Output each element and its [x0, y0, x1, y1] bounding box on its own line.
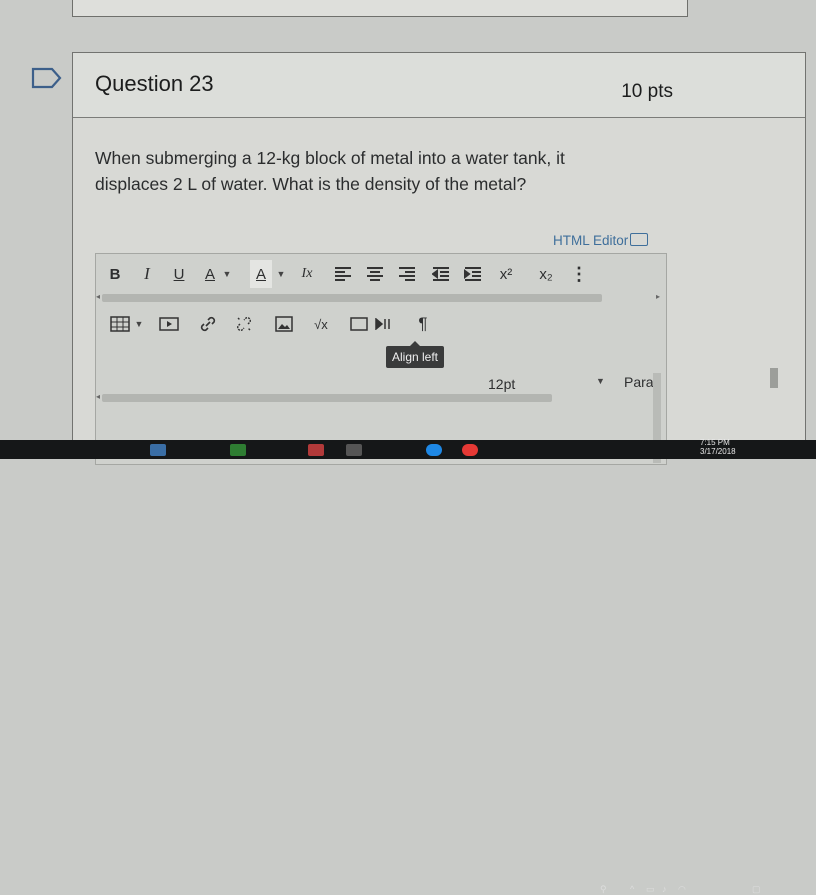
- background-color-caret-icon[interactable]: ▼: [276, 260, 286, 288]
- rich-text-editor[interactable]: B I U A ▼ A ▼ Ix x² x₂ ⋮ ◂ ▸ ▼ √x ¶ 12pt…: [95, 253, 667, 465]
- clock[interactable]: 7:15 PM 3/17/2018: [700, 438, 736, 456]
- taskbar-app-icon[interactable]: [426, 444, 442, 456]
- embed-icon[interactable]: [348, 310, 370, 338]
- taskbar: ⚲ ^ ▭ ♪ ◠ ▢: [0, 440, 816, 894]
- wifi-icon[interactable]: ◠: [678, 884, 686, 895]
- align-center-icon[interactable]: [364, 260, 386, 288]
- taskbar-app-icon[interactable]: [308, 444, 324, 456]
- chrome-icon[interactable]: [462, 444, 478, 456]
- html-editor-label: HTML Editor: [553, 233, 629, 248]
- equation-button[interactable]: √x: [308, 310, 334, 338]
- clock-time: 7:15 PM: [700, 438, 730, 447]
- taskbar-app-icon[interactable]: [346, 444, 362, 456]
- question-points: 10 pts: [621, 81, 673, 102]
- taskbar-app-icon[interactable]: [150, 444, 166, 456]
- media-play-icon[interactable]: [372, 310, 394, 338]
- question-text: When submerging a 12-kg block of metal i…: [95, 148, 565, 194]
- question-title: Question 23: [95, 71, 214, 96]
- notifications-icon[interactable]: ▢: [752, 884, 761, 895]
- scroll-right-icon[interactable]: ▸: [656, 292, 660, 301]
- paragraph-direction-icon[interactable]: ¶: [412, 310, 434, 338]
- align-left-icon[interactable]: [332, 260, 354, 288]
- superscript-button[interactable]: x²: [494, 260, 518, 288]
- font-size-select[interactable]: 12pt: [488, 376, 515, 392]
- toolbar-scrollbar-1[interactable]: [102, 294, 602, 302]
- previous-question-box: [72, 0, 688, 17]
- volume-icon[interactable]: ♪: [662, 884, 667, 894]
- table-icon[interactable]: [106, 310, 134, 338]
- link-icon[interactable]: [196, 310, 220, 338]
- question-card: Question 23 10 pts When submerging a 12-…: [72, 52, 806, 465]
- scroll-left-icon-2[interactable]: ◂: [96, 392, 100, 401]
- background-color-button[interactable]: A: [250, 260, 272, 288]
- toolbar-row-1: B I U A ▼ A ▼ Ix x² x₂ ⋮: [96, 260, 666, 290]
- unlink-icon[interactable]: [232, 310, 256, 338]
- text-color-caret-icon[interactable]: ▼: [222, 260, 232, 288]
- battery-icon[interactable]: ▭: [646, 884, 655, 895]
- html-editor-link[interactable]: HTML Editor: [553, 233, 649, 248]
- image-icon[interactable]: [272, 310, 296, 338]
- media-icon[interactable]: [156, 310, 182, 338]
- flag-question-icon[interactable]: [30, 66, 64, 90]
- subscript-button[interactable]: x₂: [534, 260, 558, 288]
- page-scrollbar-thumb[interactable]: [770, 368, 778, 388]
- toolbar-scrollbar-2[interactable]: [102, 394, 552, 402]
- scroll-left-icon[interactable]: ◂: [96, 292, 100, 301]
- chevron-up-icon[interactable]: ^: [630, 884, 634, 894]
- table-caret-icon[interactable]: ▼: [134, 310, 144, 338]
- clear-format-button[interactable]: Ix: [294, 260, 320, 288]
- align-right-icon[interactable]: [396, 260, 418, 288]
- keyboard-icon: [630, 233, 649, 246]
- text-color-button[interactable]: A: [200, 260, 220, 288]
- bold-button[interactable]: B: [104, 260, 126, 288]
- font-size-caret-icon[interactable]: ▼: [596, 376, 605, 386]
- taskbar-app-icon[interactable]: [230, 444, 246, 456]
- underline-button[interactable]: U: [168, 260, 190, 288]
- outdent-icon[interactable]: [430, 260, 452, 288]
- question-header: Question 23 10 pts: [73, 53, 805, 118]
- more-options-icon[interactable]: ⋮: [570, 260, 588, 288]
- people-icon[interactable]: ⚲: [600, 884, 607, 895]
- italic-button[interactable]: I: [136, 260, 158, 288]
- indent-icon[interactable]: [462, 260, 484, 288]
- toolbar-row-2: ▼ √x ¶ 12pt ▼ Parag: [96, 310, 666, 392]
- clock-date: 3/17/2018: [700, 447, 736, 456]
- align-left-tooltip: Align left: [386, 341, 444, 368]
